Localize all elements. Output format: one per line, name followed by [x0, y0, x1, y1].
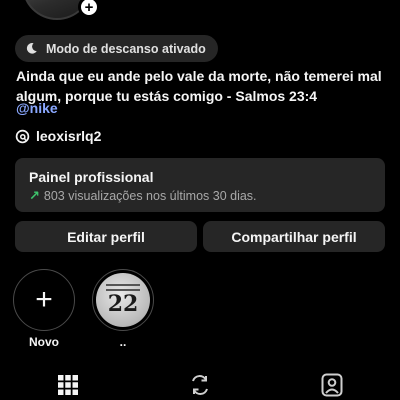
threads-handle: leoxisrlq2 — [36, 128, 102, 144]
moon-icon — [26, 43, 37, 54]
edit-profile-button[interactable]: Editar perfil — [15, 221, 197, 252]
highlight-cover: 22 — [96, 273, 150, 327]
threads-icon — [15, 129, 30, 143]
bio-mention-link[interactable]: @nike — [16, 100, 58, 116]
highlight-label: .. — [119, 335, 127, 349]
threads-link[interactable]: leoxisrlq2 — [15, 128, 101, 144]
status-pill[interactable]: Modo de descanso ativado — [15, 35, 218, 62]
new-highlight-button[interactable]: + — [13, 269, 75, 331]
tagged-icon[interactable] — [318, 372, 346, 398]
profile-bio: Ainda que eu ande pelo vale da morte, nã… — [16, 68, 382, 104]
professional-dashboard-card[interactable]: Painel profissional ↗ 803 visualizações … — [15, 158, 385, 212]
add-story-icon[interactable]: + — [78, 0, 100, 18]
highlight-cover-text-lines — [106, 284, 140, 294]
content-tab-bar — [0, 370, 400, 400]
plus-icon: + — [35, 283, 53, 316]
status-label: Modo de descanso ativado — [46, 41, 206, 56]
share-profile-button[interactable]: Compartilhar perfil — [203, 221, 385, 252]
highlight-label: Novo — [29, 335, 59, 349]
trend-up-arrow-icon: ↗ — [29, 188, 40, 203]
highlight-item[interactable]: 22 — [92, 269, 154, 331]
reels-icon[interactable] — [186, 372, 214, 398]
grid-icon[interactable] — [54, 372, 82, 398]
professional-dashboard-title: Painel profissional — [29, 169, 154, 185]
highlight-cover-number: 22 — [107, 291, 139, 317]
professional-dashboard-stats: 803 visualizações nos últimos 30 dias. — [43, 189, 257, 203]
profile-avatar-area[interactable]: + — [22, 0, 100, 22]
